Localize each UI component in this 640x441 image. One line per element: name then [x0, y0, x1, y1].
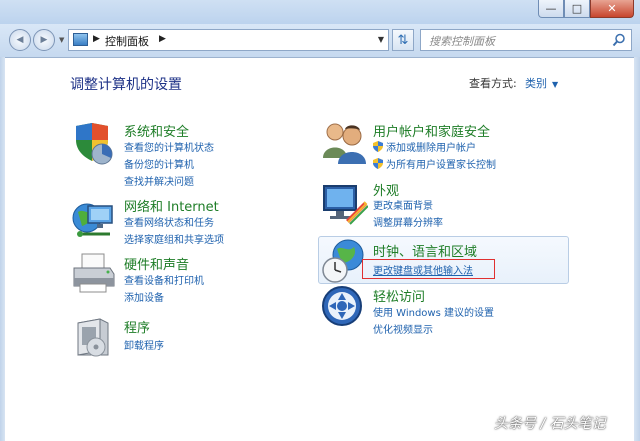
back-button[interactable]: ◀ [9, 29, 31, 51]
category-title-system-security[interactable]: 系统和安全 [124, 121, 189, 140]
title-bar: — □ ✕ [0, 0, 640, 24]
link-troubleshoot[interactable]: 查找并解决问题 [124, 173, 194, 188]
link-parental-controls[interactable]: 为所有用户设置家长控制 [373, 156, 496, 171]
shield-pie-icon[interactable] [70, 120, 118, 168]
link-homegroup-sharing[interactable]: 选择家庭组和共享选项 [124, 231, 224, 246]
category-title-clock-language-region[interactable]: 时钟、语言和区域 [373, 241, 477, 260]
printer-icon[interactable] [70, 250, 118, 298]
forward-arrow-icon: ▶ [40, 35, 48, 45]
forward-button[interactable]: ▶ [33, 29, 55, 51]
highlight-annotation-box [362, 259, 495, 279]
uac-shield-icon [373, 141, 383, 152]
watermark-text: 头条号 / 石头笔记 [494, 416, 606, 432]
link-view-devices-printers[interactable]: 查看设备和打印机 [124, 272, 204, 287]
uac-shield-icon [373, 158, 383, 169]
link-view-computer-status[interactable]: 查看您的计算机状态 [124, 139, 214, 154]
page-title: 调整计算机的设置 [70, 77, 182, 93]
link-adjust-resolution[interactable]: 调整屏幕分辨率 [373, 214, 443, 229]
monitor-brush-icon[interactable] [320, 180, 368, 228]
search-icon[interactable] [612, 33, 626, 47]
link-change-desktop-background[interactable]: 更改桌面背景 [373, 197, 433, 212]
category-title-hardware-sound[interactable]: 硬件和声音 [124, 254, 189, 273]
search-box[interactable] [420, 29, 632, 51]
breadcrumb-chevron-icon[interactable]: ▶ [159, 34, 166, 44]
close-button[interactable]: ✕ [590, 0, 634, 18]
navigation-bar: ◀ ▶ ▼ ▶ 控制面板 ▶ ▼ ⇅ [0, 24, 640, 58]
refresh-icon: ⇅ [397, 32, 409, 48]
breadcrumb-control-panel[interactable]: 控制面板 [105, 33, 149, 49]
control-panel-icon [73, 33, 88, 46]
link-add-remove-accounts[interactable]: 添加或删除用户帐户 [373, 139, 476, 154]
view-by-value: 类别 [525, 77, 547, 90]
dropdown-caret-icon: ▼ [552, 80, 559, 89]
window-left-border [0, 57, 5, 441]
link-text: 添加或删除用户帐户 [386, 143, 476, 154]
recent-pages-dropdown-icon[interactable]: ▼ [59, 36, 64, 44]
view-by-label: 查看方式: [469, 77, 517, 90]
maximize-button[interactable]: □ [564, 0, 590, 18]
link-text: 为所有用户设置家长控制 [386, 160, 496, 171]
programs-box-icon[interactable] [70, 313, 118, 361]
category-title-user-accounts[interactable]: 用户帐户和家庭安全 [373, 121, 490, 140]
address-bar[interactable]: ▶ 控制面板 ▶ ▼ [68, 29, 389, 51]
ease-of-access-icon[interactable] [320, 284, 368, 332]
search-input[interactable] [427, 32, 611, 50]
clock-globe-icon[interactable] [320, 237, 368, 285]
breadcrumb-chevron-icon[interactable]: ▶ [93, 34, 100, 44]
view-by-dropdown[interactable]: 类别 ▼ [525, 75, 558, 91]
control-panel-window: — □ ✕ ◀ ▶ ▼ ▶ 控制面板 ▶ ▼ ⇅ 搜索控制面板 调整计算机的设置… [0, 0, 640, 441]
back-arrow-icon: ◀ [16, 35, 24, 45]
window-right-border [634, 57, 640, 441]
category-title-network-internet[interactable]: 网络和 Internet [124, 196, 219, 215]
address-dropdown-icon[interactable]: ▼ [378, 35, 384, 44]
link-view-network-status[interactable]: 查看网络状态和任务 [124, 214, 214, 229]
link-windows-recommended-settings[interactable]: 使用 Windows 建议的设置 [373, 304, 494, 319]
link-optimize-visual-display[interactable]: 优化视频显示 [373, 321, 433, 336]
link-add-device[interactable]: 添加设备 [124, 289, 164, 304]
refresh-button[interactable]: ⇅ [392, 29, 414, 51]
category-title-programs[interactable]: 程序 [124, 317, 150, 336]
minimize-button[interactable]: — [538, 0, 564, 18]
link-uninstall-program[interactable]: 卸载程序 [124, 337, 164, 352]
window-controls: — □ ✕ [538, 0, 634, 19]
link-backup-computer[interactable]: 备份您的计算机 [124, 156, 194, 171]
users-icon[interactable] [320, 118, 368, 166]
network-globe-icon[interactable] [70, 196, 118, 244]
category-title-ease-of-access[interactable]: 轻松访问 [373, 286, 425, 305]
